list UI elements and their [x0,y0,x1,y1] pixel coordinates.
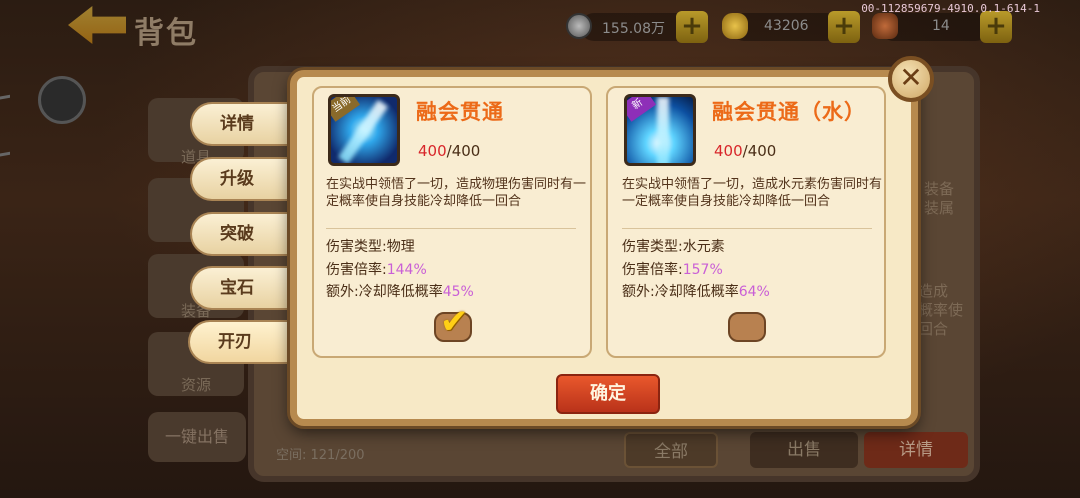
extra-effect-value: 64% [738,284,770,300]
detail-button[interactable]: 详情 [864,432,968,468]
checkmark-icon: ✔ [440,302,469,342]
page-title: 背包 [134,16,198,51]
skill-count-total: /400 [446,142,481,160]
damage-multiplier-value: 144% [386,262,427,278]
skill-name: 融会贯通（水） [712,100,866,124]
damage-type-value: 物理 [386,239,415,255]
close-button[interactable]: ✕ [888,56,934,102]
damage-type-value: 水元素 [682,239,725,255]
skill-icon-physical: 当前 [328,94,400,166]
water-beam-icon [657,97,669,163]
add-gold-button[interactable]: + [828,11,860,43]
damage-multiplier-value: 157% [682,262,723,278]
new-badge: 新 [627,97,657,122]
damage-multiplier: 伤害倍率:157% [622,259,723,279]
sell-button[interactable]: 出售 [750,432,858,468]
skill-name: 融会贯通 [416,100,504,124]
floating-assistant-icon[interactable] [38,76,86,124]
extra-effect-label: 额外:冷却降低概率 [326,284,443,300]
card-divider [326,228,576,229]
edge-handle-icon[interactable] [0,94,10,158]
skill-count: 400/400 [418,142,480,160]
damage-type: 伤害类型:物理 [326,236,415,256]
damage-multiplier-label: 伤害倍率: [622,262,683,278]
inventory-space: 空间: 121/200 [276,448,365,463]
current-badge: 当前 [331,97,361,122]
tab-gem[interactable]: 宝石 [190,266,288,310]
filter-all-button[interactable]: 全部 [624,432,718,468]
skill-count-current: 400 [714,142,743,160]
extra-effect-label: 额外:冷却降低概率 [622,284,739,300]
skill-count: 400/400 [714,142,776,160]
extra-effect-value: 45% [442,284,474,300]
tab-breakthrough[interactable]: 突破 [190,212,288,256]
skill-count-current: 400 [418,142,447,160]
extra-effect: 额外:冷却降低概率64% [622,281,770,301]
damage-multiplier: 伤害倍率:144% [326,259,427,279]
tab-sharpen[interactable]: 开刃 [188,320,288,364]
damage-type-label: 伤害类型: [326,239,387,255]
silver-coin-icon [566,13,592,39]
skill-description: 在实战中领悟了一切，造成水元素伤害同时有一定概率使自身技能冷却降低一回合 [622,177,883,209]
side-desc-1: 装备 装属 [924,180,955,217]
add-stamina-button[interactable]: + [980,11,1012,43]
add-silver-button[interactable]: + [676,11,708,43]
gold-value: 43206 [764,18,809,34]
select-checkbox-new[interactable] [728,312,766,342]
stamina-value: 14 [932,18,950,34]
skill-icon-water: 新 [624,94,696,166]
meat-icon [872,13,898,39]
silver-value: 155.08万 [602,21,665,37]
build-id-text: 00-112859679-4910.0.1-614-1 [861,2,1040,15]
damage-type: 伤害类型:水元素 [622,236,725,256]
card-divider [622,228,872,229]
skill-description: 在实战中领悟了一切，造成物理伤害同时有一定概率使自身技能冷却降低一回合 [326,177,587,209]
confirm-button[interactable]: 确定 [556,374,660,414]
extra-effect: 额外:冷却降低概率45% [326,281,474,301]
side-desc-2: 造成 概率使 回合 [918,282,964,338]
one-key-sell-button[interactable]: 一键出售 [148,412,246,462]
tab-details[interactable]: 详情 [190,102,288,146]
gold-ingot-icon [722,13,748,39]
tab-upgrade[interactable]: 升级 [190,157,288,201]
skill-count-total: /400 [742,142,777,160]
damage-multiplier-label: 伤害倍率: [326,262,387,278]
category-label-resources: 资源 [180,376,211,394]
damage-type-label: 伤害类型: [622,239,683,255]
select-checkbox-current[interactable]: ✔ [434,304,472,342]
